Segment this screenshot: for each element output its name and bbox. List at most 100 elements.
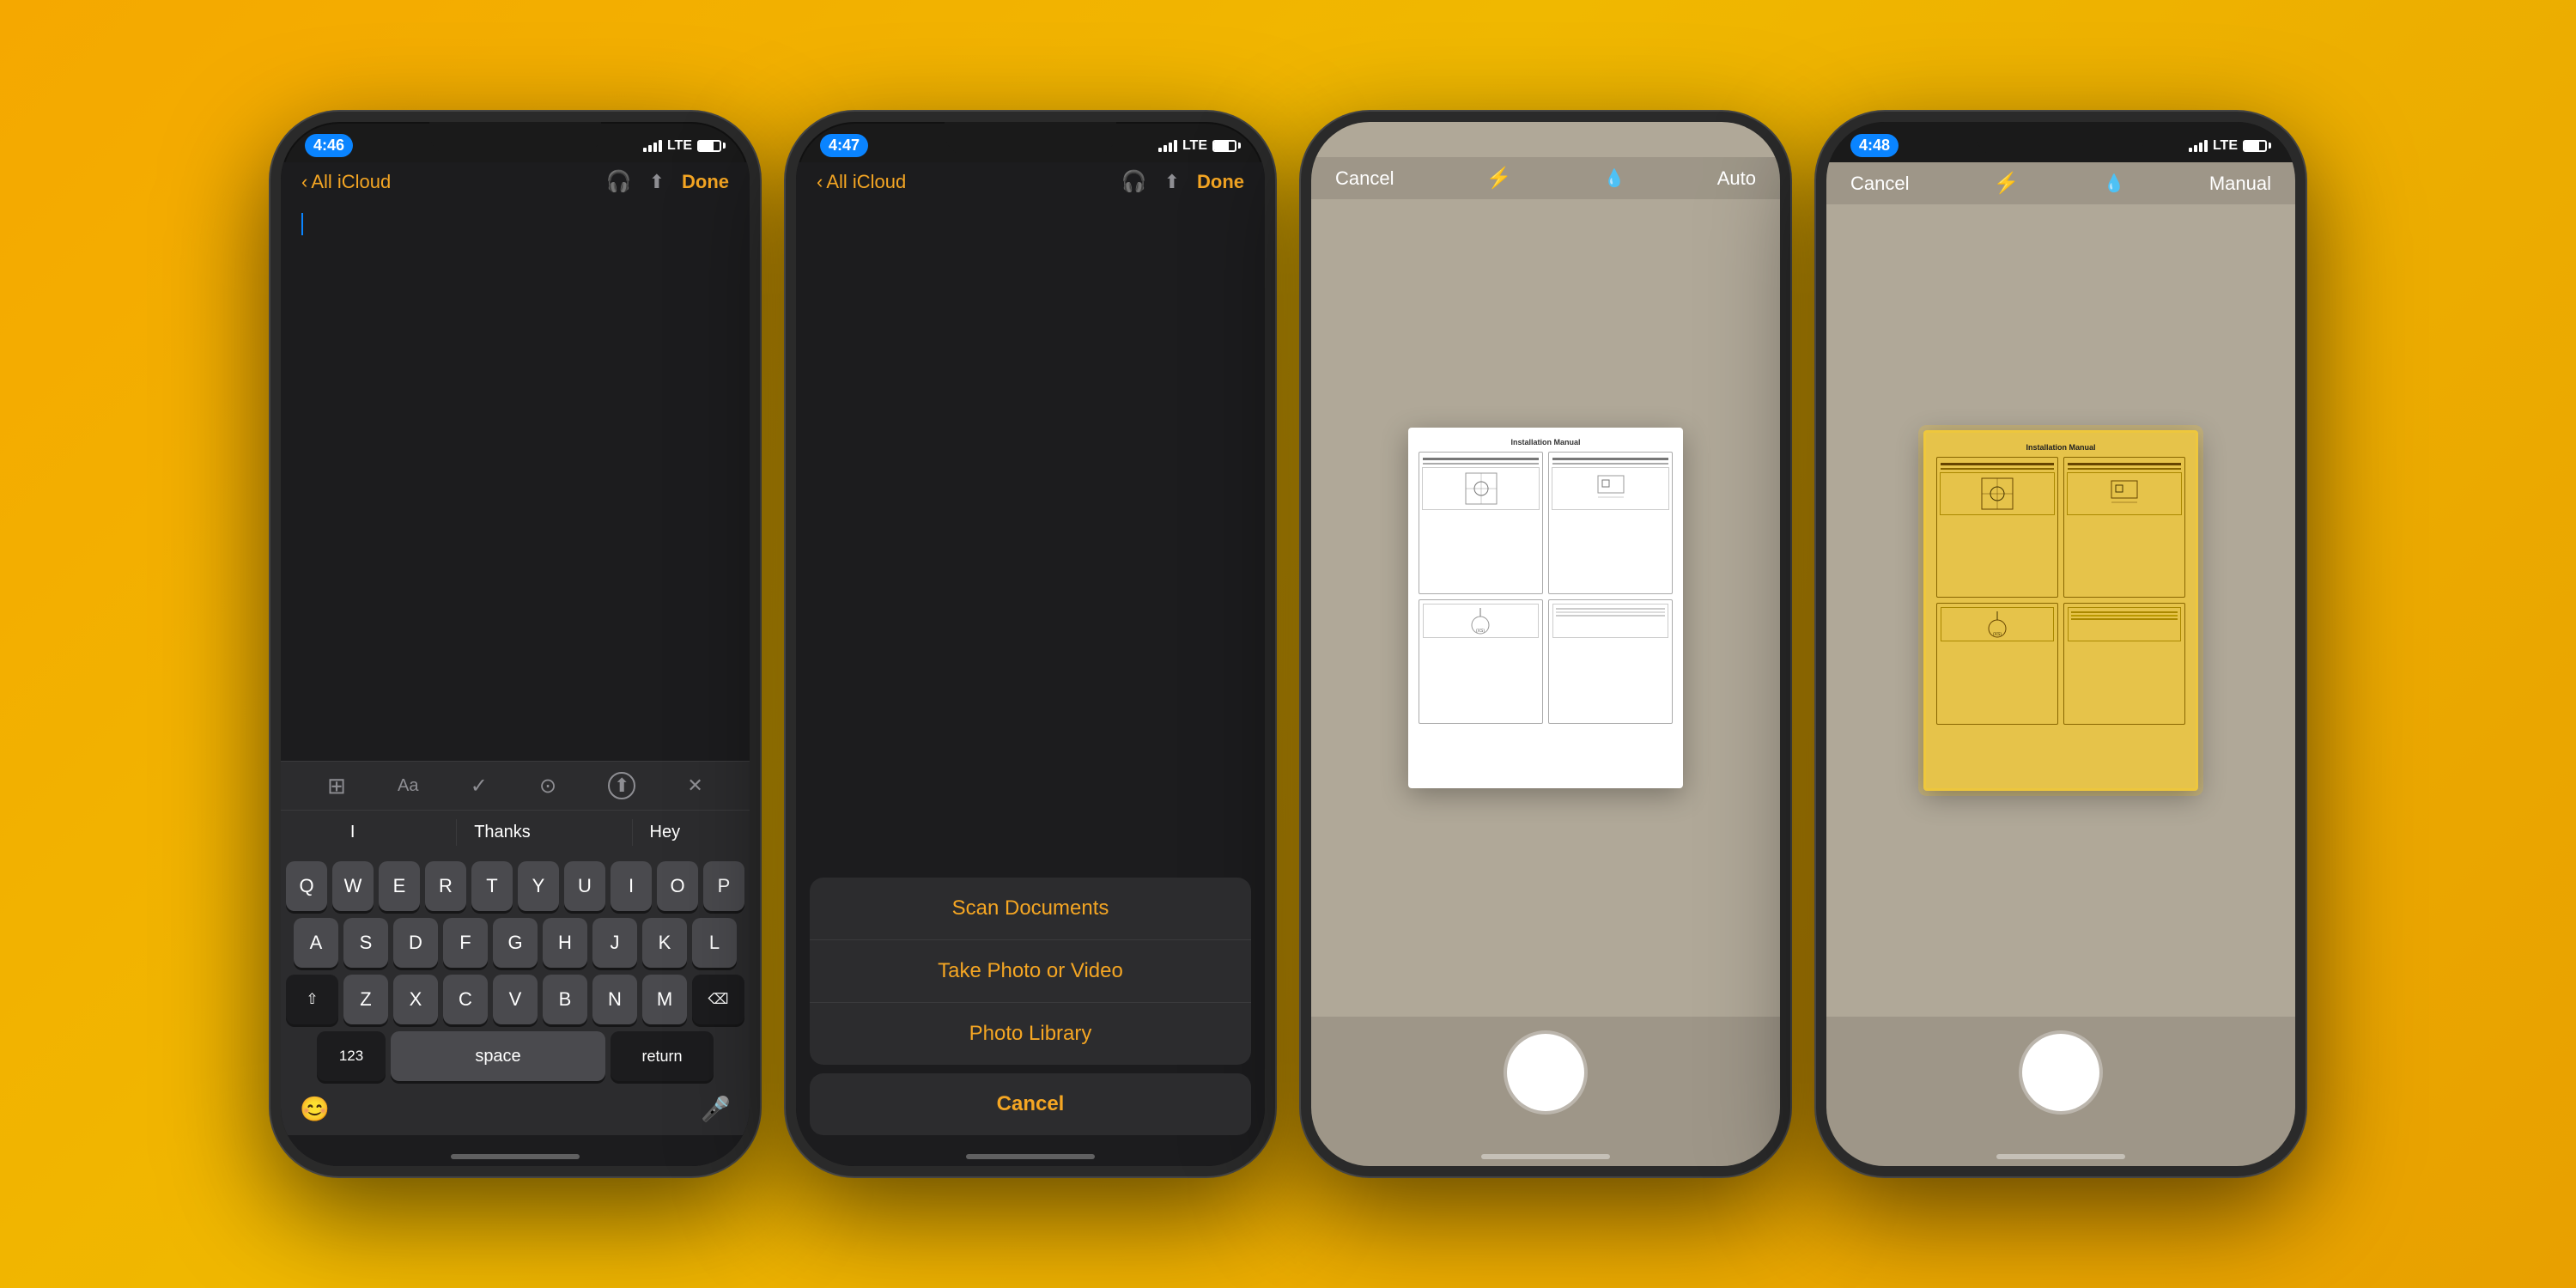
status-time-2: 4:47: [820, 134, 868, 157]
status-icons-2: LTE: [1158, 138, 1241, 154]
key-p[interactable]: P: [703, 861, 744, 911]
flash-mode-icon-3[interactable]: 💧: [1604, 167, 1625, 189]
lte-label-2: LTE: [1182, 138, 1207, 154]
flash-icon-4[interactable]: ⚡: [1994, 171, 2020, 196]
phone-4: 4:48 LTE Cancel ⚡ 💧: [1816, 112, 2306, 1176]
notch-2: [945, 122, 1116, 156]
key-123[interactable]: 123: [317, 1031, 386, 1081]
done-button-2[interactable]: Done: [1197, 171, 1244, 193]
cancel-button-4[interactable]: Cancel: [1850, 173, 1909, 195]
key-h[interactable]: H: [543, 918, 587, 968]
camera-viewfinder-3: Installation Manual: [1311, 199, 1780, 1017]
key-l[interactable]: L: [692, 918, 737, 968]
share-icon-2[interactable]: ⬆: [1164, 171, 1180, 193]
back-button-1[interactable]: ‹ All iCloud: [301, 171, 391, 193]
phones-container: 4:46 LTE ‹ All iCloud: [270, 112, 2306, 1176]
scanned-document-4: Installation Manual: [1923, 430, 2198, 791]
key-o[interactable]: O: [657, 861, 698, 911]
key-e[interactable]: E: [379, 861, 420, 911]
return-key[interactable]: return: [611, 1031, 714, 1081]
back-button-2[interactable]: ‹ All iCloud: [817, 171, 906, 193]
shutter-button-4[interactable]: [2022, 1034, 2099, 1111]
key-u[interactable]: U: [564, 861, 605, 911]
table-icon[interactable]: ⊞: [327, 773, 346, 799]
document-paper-3: Installation Manual: [1408, 428, 1683, 788]
diagram-svg-4a: [1980, 477, 2014, 511]
aa-icon[interactable]: Aa: [398, 776, 418, 796]
notes-content-1[interactable]: [281, 204, 750, 761]
status-time-1: 4:46: [305, 134, 353, 157]
key-v[interactable]: V: [493, 975, 538, 1024]
key-row-3: ⇧ Z X C V B N M ⌫: [286, 975, 744, 1024]
headphones-icon[interactable]: 🎧: [606, 169, 632, 194]
diagram-svg-3a: [1464, 471, 1498, 506]
cancel-button-2[interactable]: Cancel: [810, 1073, 1251, 1135]
phone-4-screen: Cancel ⚡ 💧 Manual Installation Manual: [1826, 162, 2295, 1166]
key-m[interactable]: M: [642, 975, 687, 1024]
diagram-svg-3b: [1594, 471, 1628, 506]
scan-documents-button[interactable]: Scan Documents: [810, 878, 1251, 940]
flash-icon-3[interactable]: ⚡: [1486, 166, 1512, 191]
key-c[interactable]: C: [443, 975, 488, 1024]
camera-mode-3: Auto: [1717, 167, 1756, 190]
close-icon[interactable]: ✕: [687, 775, 702, 797]
phone-1: 4:46 LTE ‹ All iCloud: [270, 112, 760, 1176]
checklist-icon[interactable]: ✓: [471, 774, 488, 799]
action-sheet: Scan Documents Take Photo or Video Photo…: [796, 869, 1265, 1166]
notch-1: [429, 122, 601, 156]
key-z[interactable]: Z: [343, 975, 388, 1024]
flash-mode-icon-4[interactable]: 💧: [2104, 173, 2125, 194]
key-s[interactable]: S: [343, 918, 388, 968]
home-indicator-3: [1311, 1135, 1780, 1166]
key-t[interactable]: T: [471, 861, 513, 911]
camera-viewfinder-4: Installation Manual: [1826, 204, 2295, 1017]
camera-nav-4: Cancel ⚡ 💧 Manual: [1826, 162, 2295, 204]
key-g[interactable]: G: [493, 918, 538, 968]
svg-text:(XS): (XS): [1476, 629, 1485, 634]
key-i[interactable]: I: [611, 861, 652, 911]
key-q[interactable]: Q: [286, 861, 327, 911]
key-x[interactable]: X: [393, 975, 438, 1024]
home-indicator-1: [281, 1135, 750, 1166]
delete-key[interactable]: ⌫: [692, 975, 744, 1024]
signal-icon-1: [643, 140, 662, 152]
key-j[interactable]: J: [592, 918, 637, 968]
home-bar-4: [1996, 1154, 2125, 1159]
keyboard-toolbar-1: ⊞ Aa ✓ ⊙ ⬆ ✕: [281, 761, 750, 810]
key-b[interactable]: B: [543, 975, 587, 1024]
key-d[interactable]: D: [393, 918, 438, 968]
phone-3-screen: Cancel ⚡ 💧 Auto Installation Manual: [1311, 157, 1780, 1166]
pred-word-2[interactable]: Thanks: [456, 819, 548, 846]
photo-library-button[interactable]: Photo Library: [810, 1003, 1251, 1065]
space-key[interactable]: space: [391, 1031, 605, 1081]
pred-word-1[interactable]: I: [333, 819, 373, 846]
key-r[interactable]: R: [425, 861, 466, 911]
mic-button[interactable]: 🎤: [701, 1095, 731, 1123]
emoji-button[interactable]: 😊: [300, 1095, 330, 1123]
pred-word-3[interactable]: Hey: [632, 819, 698, 846]
key-f[interactable]: F: [443, 918, 488, 968]
camera-toolbar-icon[interactable]: ⊙: [539, 774, 556, 799]
take-photo-button[interactable]: Take Photo or Video: [810, 940, 1251, 1003]
send-icon[interactable]: ⬆: [608, 772, 635, 799]
key-w[interactable]: W: [332, 861, 374, 911]
key-a[interactable]: A: [294, 918, 338, 968]
share-icon[interactable]: ⬆: [649, 171, 665, 193]
home-indicator-4: [1826, 1135, 2295, 1166]
shift-key[interactable]: ⇧: [286, 975, 338, 1024]
phone-1-screen: ‹ All iCloud 🎧 ⬆ Done ⊞ Aa ✓ ⊙ ⬆ ✕: [281, 162, 750, 1166]
lte-label-4: LTE: [2213, 138, 2238, 154]
key-k[interactable]: K: [642, 918, 687, 968]
key-n[interactable]: N: [592, 975, 637, 1024]
notch-4: [1975, 122, 2147, 156]
phone-2: 4:47 LTE ‹ All iCloud: [786, 112, 1275, 1176]
text-cursor: [301, 213, 303, 235]
headphones-icon-2[interactable]: 🎧: [1121, 169, 1147, 194]
lte-label-1: LTE: [667, 138, 692, 154]
done-button-1[interactable]: Done: [682, 171, 729, 193]
phone-3: 4:47 Cancel ⚡ 💧 Auto Installation Manual: [1301, 112, 1790, 1176]
shutter-button-3[interactable]: [1507, 1034, 1584, 1111]
cancel-button-3[interactable]: Cancel: [1335, 167, 1394, 190]
key-y[interactable]: Y: [518, 861, 559, 911]
battery-icon-4: [2243, 140, 2271, 152]
